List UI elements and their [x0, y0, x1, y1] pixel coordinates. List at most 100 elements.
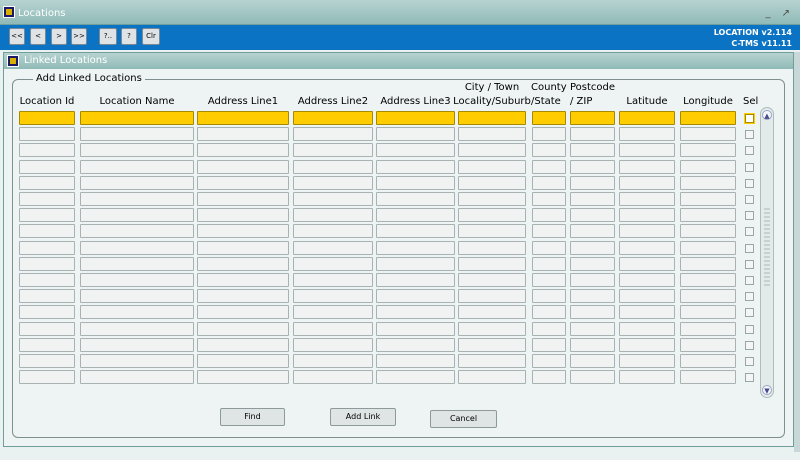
cell-latitude[interactable] [619, 208, 675, 222]
cell-latitude[interactable] [619, 176, 675, 190]
cell-city[interactable] [458, 305, 526, 319]
cell-address2[interactable] [293, 143, 373, 157]
row-select-checkbox[interactable] [745, 130, 754, 139]
cell-location_name[interactable] [80, 176, 194, 190]
cell-address2[interactable] [293, 370, 373, 384]
cell-location_name[interactable] [80, 354, 194, 368]
first-record-button[interactable]: << [9, 28, 25, 45]
cell-address1[interactable] [197, 192, 289, 206]
row-select-checkbox[interactable] [745, 308, 754, 317]
row-select-checkbox[interactable] [745, 341, 754, 350]
cell-city[interactable] [458, 257, 526, 271]
cell-city[interactable] [458, 111, 526, 125]
cell-address3[interactable] [376, 143, 455, 157]
cell-location_id[interactable] [19, 192, 75, 206]
cell-address1[interactable] [197, 111, 289, 125]
cell-address1[interactable] [197, 289, 289, 303]
cell-postcode[interactable] [570, 127, 615, 141]
cell-address1[interactable] [197, 273, 289, 287]
row-select-checkbox[interactable] [745, 227, 754, 236]
cell-address3[interactable] [376, 160, 455, 174]
cell-postcode[interactable] [570, 208, 615, 222]
cell-latitude[interactable] [619, 289, 675, 303]
cell-city[interactable] [458, 208, 526, 222]
list-of-values-button[interactable]: ?.. [99, 28, 117, 45]
cell-location_id[interactable] [19, 322, 75, 336]
cell-longitude[interactable] [680, 305, 736, 319]
cell-location_id[interactable] [19, 208, 75, 222]
row-select-checkbox[interactable] [745, 292, 754, 301]
cell-address3[interactable] [376, 354, 455, 368]
cell-postcode[interactable] [570, 289, 615, 303]
cell-county[interactable] [532, 224, 566, 238]
cell-latitude[interactable] [619, 241, 675, 255]
cell-address2[interactable] [293, 305, 373, 319]
cell-address1[interactable] [197, 224, 289, 238]
cell-postcode[interactable] [570, 224, 615, 238]
cell-city[interactable] [458, 160, 526, 174]
cell-city[interactable] [458, 370, 526, 384]
cell-location_name[interactable] [80, 273, 194, 287]
cell-location_id[interactable] [19, 176, 75, 190]
cell-latitude[interactable] [619, 192, 675, 206]
cell-county[interactable] [532, 176, 566, 190]
cell-location_id[interactable] [19, 354, 75, 368]
grid-scrollbar[interactable]: ▲ ▼ [760, 107, 774, 398]
cell-address3[interactable] [376, 192, 455, 206]
cell-latitude[interactable] [619, 257, 675, 271]
cell-address2[interactable] [293, 273, 373, 287]
cell-county[interactable] [532, 160, 566, 174]
cell-location_name[interactable] [80, 370, 194, 384]
scroll-up-icon[interactable]: ▲ [762, 110, 772, 120]
next-record-button[interactable]: > [51, 28, 67, 45]
row-select-checkbox[interactable] [745, 163, 754, 172]
cell-postcode[interactable] [570, 322, 615, 336]
add-link-button[interactable]: Add Link [330, 408, 396, 426]
cell-address2[interactable] [293, 354, 373, 368]
cell-address1[interactable] [197, 127, 289, 141]
cell-location_name[interactable] [80, 338, 194, 352]
cell-location_id[interactable] [19, 224, 75, 238]
cell-longitude[interactable] [680, 208, 736, 222]
row-select-checkbox[interactable] [745, 357, 754, 366]
cell-latitude[interactable] [619, 127, 675, 141]
cell-location_name[interactable] [80, 257, 194, 271]
cell-address3[interactable] [376, 273, 455, 287]
cell-latitude[interactable] [619, 273, 675, 287]
find-button[interactable]: Find [220, 408, 285, 426]
cell-address2[interactable] [293, 160, 373, 174]
cell-postcode[interactable] [570, 143, 615, 157]
cell-city[interactable] [458, 338, 526, 352]
cell-location_id[interactable] [19, 338, 75, 352]
cell-address2[interactable] [293, 257, 373, 271]
row-select-checkbox[interactable] [745, 325, 754, 334]
cell-county[interactable] [532, 273, 566, 287]
cell-location_name[interactable] [80, 289, 194, 303]
scroll-grip[interactable] [764, 208, 770, 288]
row-select-checkbox[interactable] [745, 211, 754, 220]
cell-address2[interactable] [293, 127, 373, 141]
cell-address3[interactable] [376, 289, 455, 303]
cell-address1[interactable] [197, 160, 289, 174]
cell-address1[interactable] [197, 241, 289, 255]
cell-latitude[interactable] [619, 224, 675, 238]
cell-location_id[interactable] [19, 111, 75, 125]
cell-city[interactable] [458, 289, 526, 303]
cell-address2[interactable] [293, 192, 373, 206]
cell-address2[interactable] [293, 241, 373, 255]
cell-latitude[interactable] [619, 370, 675, 384]
cell-county[interactable] [532, 305, 566, 319]
cell-postcode[interactable] [570, 370, 615, 384]
cell-address1[interactable] [197, 354, 289, 368]
cell-location_name[interactable] [80, 111, 194, 125]
cell-longitude[interactable] [680, 192, 736, 206]
cell-postcode[interactable] [570, 176, 615, 190]
cell-longitude[interactable] [680, 289, 736, 303]
cell-address3[interactable] [376, 208, 455, 222]
cell-location_id[interactable] [19, 241, 75, 255]
cell-county[interactable] [532, 143, 566, 157]
cell-location_name[interactable] [80, 224, 194, 238]
cell-address1[interactable] [197, 208, 289, 222]
cell-longitude[interactable] [680, 370, 736, 384]
cell-postcode[interactable] [570, 111, 615, 125]
